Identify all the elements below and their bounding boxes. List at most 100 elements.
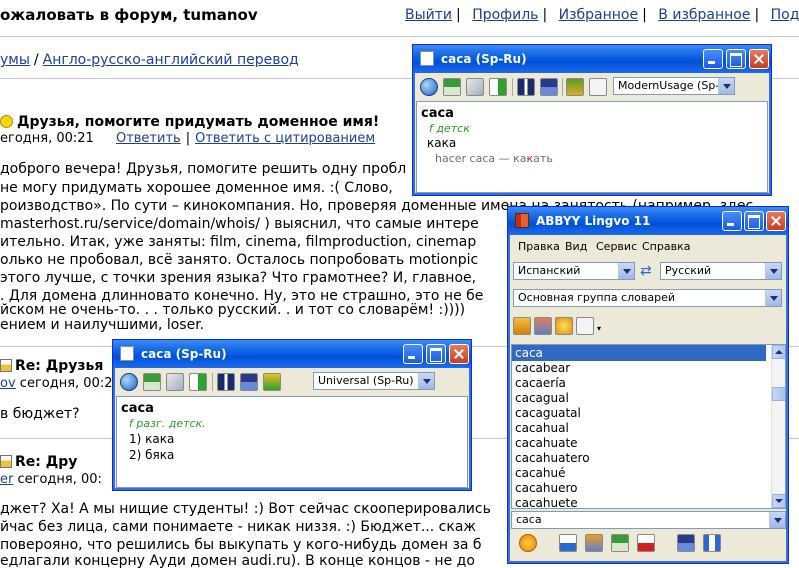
translation: кака (427, 136, 457, 150)
card-toolbar: ModernUsage (Sp-Ru) (416, 73, 768, 101)
favorites-link[interactable]: Избранное (559, 7, 639, 23)
list-item[interactable]: cacaguatal (512, 405, 766, 421)
list-item[interactable]: cacahuero (512, 480, 766, 496)
titlebar[interactable]: ABBYY Lingvo 11 (508, 207, 788, 235)
graduation-cap-icon[interactable] (677, 534, 695, 552)
titlebar[interactable]: caca (Sp-Ru) (413, 45, 771, 73)
swap-languages-icon[interactable]: ⇄ (640, 262, 656, 280)
maximize-button[interactable] (426, 344, 446, 364)
card-icon (120, 346, 134, 361)
more-link[interactable]: Под (771, 7, 799, 23)
target-language-value: Русский (665, 264, 712, 277)
author-link[interactable]: er (0, 472, 13, 487)
body-line: masterhost.ru/service/domain/whois/ ) вы… (0, 216, 479, 232)
add-favorites-link[interactable]: В избранное (658, 7, 750, 23)
picture-icon[interactable] (166, 373, 184, 391)
author-link[interactable]: ov (0, 376, 16, 391)
source-language-select[interactable]: Испанский (513, 262, 635, 280)
word-list: caca cacabear cacaería cacagual cacaguat… (511, 344, 786, 509)
list-item[interactable]: cacabear (512, 360, 766, 376)
menu-view[interactable]: Вид (565, 240, 587, 253)
maximize-button[interactable] (726, 49, 746, 69)
close-button[interactable] (449, 344, 469, 364)
close-button[interactable] (766, 211, 786, 231)
delete-icon[interactable] (637, 534, 655, 552)
menu-service[interactable]: Сервис (596, 240, 637, 253)
target-language-select[interactable]: Русский (660, 262, 782, 280)
breadcrumb-section[interactable]: Англо-русско-английский перевод (43, 52, 299, 68)
titlebar[interactable]: caca (Sp-Ru) (113, 340, 471, 368)
list-item[interactable]: cacahuatero (512, 450, 766, 466)
search-input[interactable]: caca (511, 511, 786, 529)
lingvo-toolbar: ▾ (513, 315, 613, 339)
list-item[interactable]: cacagual (512, 390, 766, 406)
balance-icon[interactable] (589, 78, 607, 96)
word-list-scrollbar[interactable] (771, 345, 785, 508)
download-icon[interactable] (263, 373, 281, 391)
close-icon (767, 212, 785, 230)
menu-help[interactable]: Справка (642, 240, 690, 253)
reply-title-text: Re: Друзья (15, 358, 104, 374)
balance-icon[interactable] (576, 317, 594, 335)
dictionary-select[interactable]: ModernUsage (Sp-Ru) (613, 77, 735, 95)
dictionaries-icon[interactable] (513, 317, 531, 335)
paste-icon[interactable] (189, 373, 207, 391)
scroll-down-button[interactable] (772, 494, 785, 508)
quote-reply-link[interactable]: Ответить с цитированием (195, 131, 375, 146)
edit-icon[interactable] (559, 534, 577, 552)
scroll-up-button[interactable] (772, 345, 785, 359)
maximize-button[interactable] (744, 211, 764, 231)
paste-icon[interactable] (489, 78, 507, 96)
menu-edit[interactable]: Правка (518, 240, 560, 253)
list-item[interactable]: cacahual (512, 420, 766, 436)
list-item[interactable]: cacahuate (512, 435, 766, 451)
users-icon[interactable] (534, 317, 552, 335)
body-line: не могу придумать хорошее доменное имя. … (0, 180, 393, 196)
globe-icon[interactable] (120, 373, 138, 391)
picture-icon[interactable] (466, 78, 484, 96)
graduation-cap-icon[interactable] (540, 78, 558, 96)
logout-link[interactable]: Выйти (405, 7, 452, 23)
list-item[interactable]: cacahué (512, 465, 766, 481)
card-toolbar: Universal (Sp-Ru) (116, 368, 468, 396)
toolbar-overflow-icon[interactable]: ▾ (597, 324, 601, 333)
binoculars-icon[interactable] (517, 78, 535, 96)
dictionary-select[interactable]: Universal (Sp-Ru) (313, 372, 435, 390)
minimize-button[interactable] (703, 49, 723, 69)
graduation-cap-icon[interactable] (240, 373, 258, 391)
breadcrumb-forums[interactable]: умы (0, 52, 30, 68)
reply-body-line: джет? Ха! А мы нищие студенты! :) Вот се… (0, 501, 491, 517)
scroll-thumb[interactable] (772, 387, 785, 401)
search-input-value: caca (516, 513, 542, 526)
reply-link[interactable]: Ответить (116, 131, 181, 146)
globe-icon[interactable] (420, 78, 438, 96)
popup-card-modernusage: caca (Sp-Ru) ModernUsage (Sp-Ru) caca f … (412, 44, 772, 196)
minimize-button[interactable] (403, 344, 423, 364)
close-button[interactable] (749, 49, 769, 69)
minimize-icon (723, 212, 741, 230)
play-icon[interactable] (519, 534, 537, 552)
dictionary-icon[interactable] (443, 78, 461, 96)
maximize-icon (745, 212, 763, 230)
tree-icon[interactable] (566, 78, 584, 96)
dictionary-group-select[interactable]: Основная группа словарей (513, 289, 782, 307)
list-item[interactable]: cacaería (512, 375, 766, 391)
dictionary-icon[interactable] (611, 534, 629, 552)
reply-meta: er сегодня, 00: (0, 472, 102, 487)
chevron-down-icon (765, 290, 781, 306)
cards-icon[interactable] (585, 534, 603, 552)
list-item[interactable]: caca (512, 345, 766, 361)
window-title: ABBYY Lingvo 11 (536, 214, 651, 228)
pin-icon[interactable] (703, 534, 721, 552)
dictionary-icon[interactable] (143, 373, 161, 391)
binoculars-icon[interactable] (217, 373, 235, 391)
body-line: олько не пробовал, всё занято. Осталось … (0, 252, 479, 268)
profile-link[interactable]: Профиль (472, 7, 538, 23)
maximize-icon (427, 345, 445, 363)
source-language-value: Испанский (518, 264, 581, 277)
list-item[interactable]: cacahuete (512, 495, 766, 508)
minimize-button[interactable] (722, 211, 742, 231)
body-line: этого лучше, с точки зрения языка? Что г… (0, 270, 477, 286)
post-meta: егодня, 00:21 Ответить | Ответить с цитиро… (0, 131, 375, 146)
lightbulb-icon[interactable] (555, 317, 573, 335)
